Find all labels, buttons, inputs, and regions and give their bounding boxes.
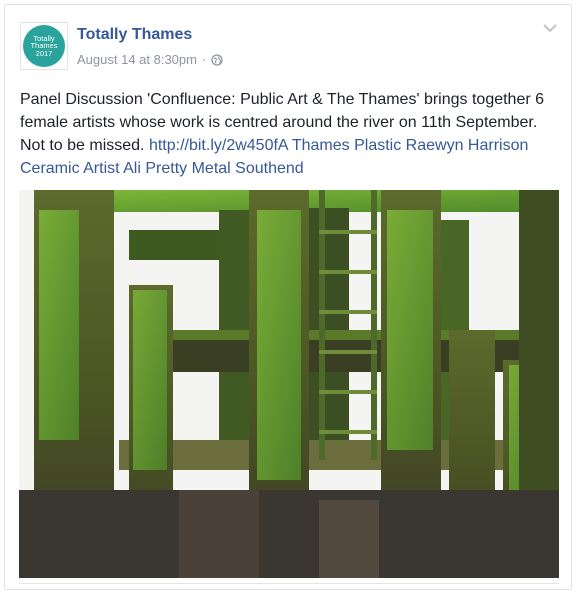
page-name-link[interactable]: Totally Thames: [77, 26, 192, 44]
post-body: Panel Discussion 'Confluence: Public Art…: [20, 88, 560, 180]
pier-photo-image: [19, 190, 559, 578]
meta-separator: ·: [201, 52, 207, 67]
page-avatar[interactable]: Totally Thames 2017: [20, 22, 68, 70]
post-link[interactable]: http://bit.ly/2w450fA: [149, 137, 288, 154]
avatar-line-3: 2017: [35, 48, 53, 58]
avatar-logo: Totally Thames 2017: [23, 25, 65, 67]
post-meta: August 14 at 8:30pm ·: [77, 52, 223, 67]
divider: [19, 583, 559, 584]
chevron-down-icon[interactable]: [543, 23, 557, 33]
globe-icon[interactable]: [211, 53, 223, 66]
post-photo[interactable]: [19, 190, 559, 578]
post-card: Totally Thames 2017 Totally Thames Augus…: [4, 4, 572, 590]
post-timestamp[interactable]: August 14 at 8:30pm: [77, 52, 197, 67]
